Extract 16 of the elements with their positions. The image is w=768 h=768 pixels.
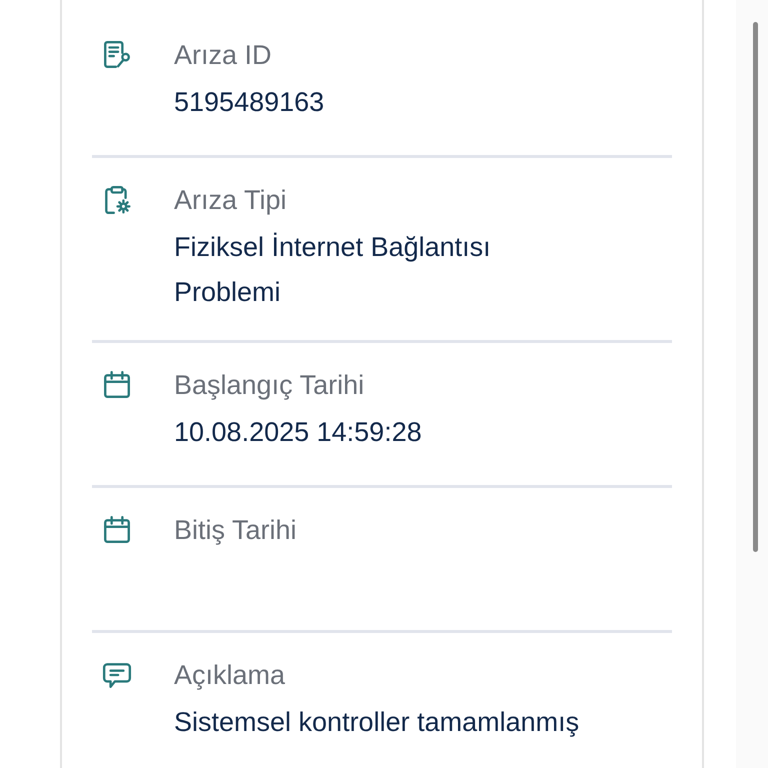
field-value: Fiziksel İnternet Bağlantısı	[174, 231, 491, 264]
field-label: Arıza ID	[174, 39, 273, 72]
field-value: 5195489163	[174, 86, 324, 119]
field-label: Açıklama	[174, 659, 286, 692]
calendar-icon	[102, 370, 132, 400]
field-value: Problemi	[174, 276, 282, 309]
field-value: Sistemsel kontroller tamamlanmış	[174, 706, 580, 739]
clipboard-gear-icon	[102, 185, 132, 215]
calendar-icon	[102, 515, 132, 545]
chat-icon	[102, 660, 132, 690]
field-value: 10.08.2025 14:59:28	[174, 416, 422, 449]
field-label: Başlangıç Tarihi	[174, 369, 366, 402]
field-label: Bitiş Tarihi	[174, 514, 297, 547]
document-key-icon	[102, 40, 132, 70]
scrollbar[interactable]	[753, 22, 758, 552]
field-label: Arıza Tipi	[174, 184, 288, 217]
